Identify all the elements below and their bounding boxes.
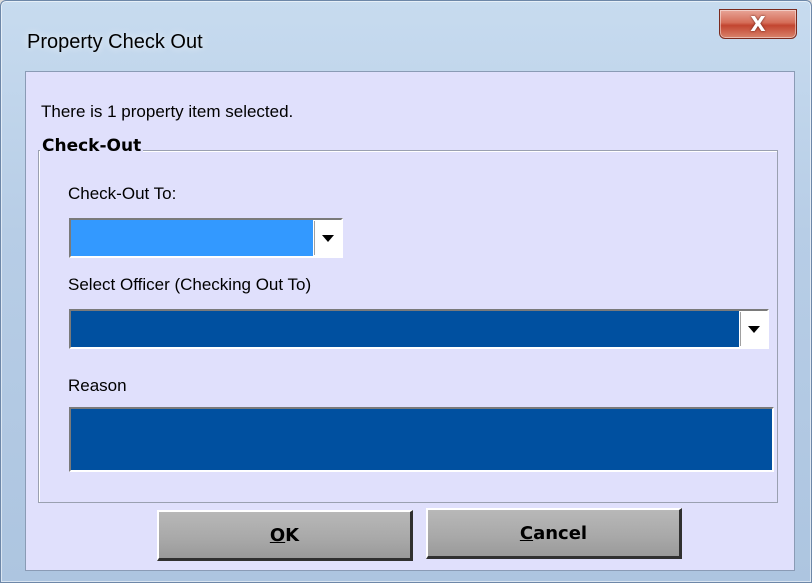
dialog-body: There is 1 property item selected. Check…: [25, 71, 795, 571]
ok-button-label-rest: K: [285, 524, 300, 546]
selection-info-text: There is 1 property item selected.: [41, 102, 294, 121]
chevron-down-icon: [321, 234, 334, 242]
cancel-button[interactable]: Cancel: [426, 508, 682, 559]
checkout-group-legend: Check-Out: [40, 136, 144, 156]
window-title: Property Check Out: [27, 31, 203, 53]
title-bar[interactable]: Property Check Out X: [1, 1, 811, 63]
cancel-button-mnemonic: C: [519, 522, 534, 544]
checkout-to-dropdown-button[interactable]: [314, 221, 340, 255]
cancel-button-label-rest: ancel: [533, 522, 588, 544]
property-checkout-dialog: Property Check Out X There is 1 property…: [0, 0, 812, 583]
checkout-to-dropdown[interactable]: [69, 218, 343, 258]
ok-button[interactable]: OK: [157, 510, 413, 561]
ok-button-mnemonic: O: [269, 524, 286, 546]
close-icon: X: [750, 12, 766, 36]
select-officer-dropdown-button[interactable]: [740, 312, 766, 346]
select-officer-label: Select Officer (Checking Out To): [68, 275, 312, 294]
chevron-down-icon: [747, 325, 760, 333]
close-button[interactable]: X: [719, 9, 797, 39]
reason-label: Reason: [68, 376, 127, 395]
select-officer-value: [71, 311, 739, 347]
checkout-to-value: [71, 220, 313, 256]
reason-input[interactable]: [69, 407, 774, 472]
checkout-to-label: Check-Out To:: [68, 184, 177, 203]
select-officer-dropdown[interactable]: [69, 309, 769, 349]
